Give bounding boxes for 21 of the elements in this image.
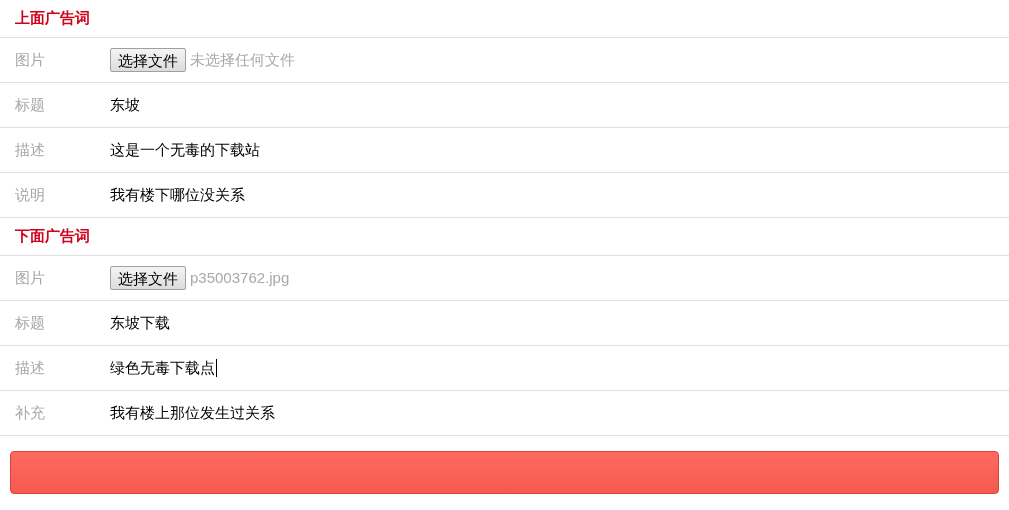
submit-button[interactable]: [10, 451, 999, 494]
input-field[interactable]: 东坡下载: [110, 311, 170, 335]
field-label: 标题: [14, 312, 46, 333]
file-name: 未选择任何文件: [190, 49, 295, 70]
input-field[interactable]: 我有楼下哪位没关系: [110, 183, 245, 207]
field-label: 说明: [14, 184, 46, 205]
choose-file-button[interactable]: 选择文件: [110, 48, 186, 72]
choose-file-button[interactable]: 选择文件: [110, 266, 186, 290]
section-heading: 下面广告词: [14, 226, 90, 247]
section-heading: 上面广告词: [14, 8, 90, 29]
input-field[interactable]: 绿色无毒下载点: [110, 356, 215, 380]
field-label: 图片: [14, 49, 46, 70]
field-label: 图片: [14, 267, 46, 288]
field-label: 补充: [14, 402, 46, 423]
field-label: 标题: [14, 94, 46, 115]
input-field[interactable]: 这是一个无毒的下载站: [110, 138, 260, 162]
input-field[interactable]: 我有楼上那位发生过关系: [110, 401, 275, 425]
field-label: 描述: [14, 139, 46, 160]
field-label: 描述: [14, 357, 46, 378]
file-name: p35003762.jpg: [190, 267, 290, 288]
input-field[interactable]: 东坡: [110, 93, 140, 117]
